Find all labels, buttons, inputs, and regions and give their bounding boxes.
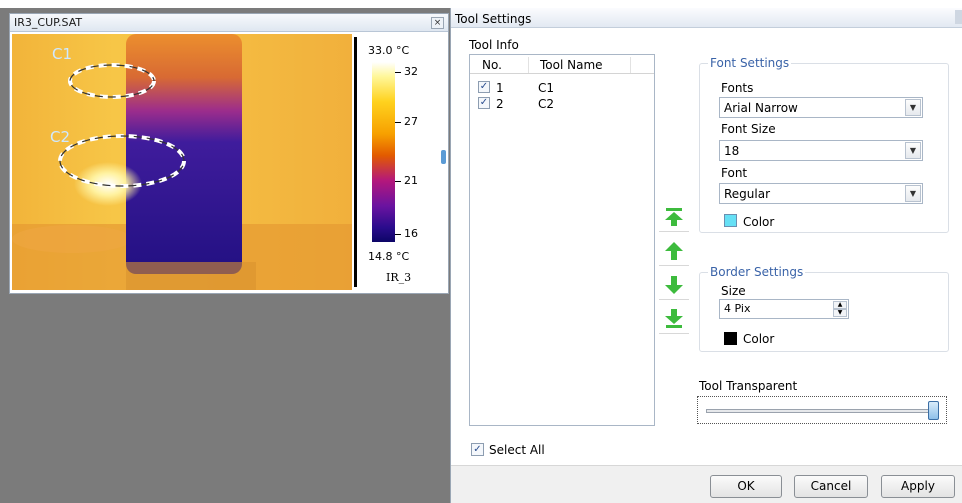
chevron-down-icon[interactable]: ▼: [905, 142, 921, 159]
scale-tick-label: 16: [404, 227, 418, 240]
colorbar: [372, 62, 395, 242]
font-style-select[interactable]: Regular ▼: [719, 183, 923, 204]
column-header-tool-name[interactable]: Tool Name: [540, 58, 603, 72]
tool-row-name: C1: [538, 81, 555, 95]
font-color-swatch[interactable]: [724, 214, 737, 227]
border-size-spinner[interactable]: 4 Pix ▲ ▼: [719, 299, 849, 319]
arrow-top-icon: [665, 208, 683, 226]
font-size-select[interactable]: 18 ▼: [719, 140, 923, 161]
tool-list-header: No. Tool Name: [470, 55, 654, 74]
tool-row-name: C2: [538, 97, 555, 111]
chevron-down-icon[interactable]: ▼: [905, 185, 921, 202]
arrow-down-icon: [665, 276, 683, 294]
tool-row[interactable]: ✓ 2 C2: [470, 96, 654, 112]
fonts-label: Fonts: [721, 81, 754, 95]
image-window-titlebar[interactable]: IR3_CUP.SAT ×: [10, 14, 448, 32]
move-up-button[interactable]: [663, 240, 685, 262]
column-header-no[interactable]: No.: [482, 58, 502, 72]
move-bottom-button[interactable]: [663, 308, 685, 330]
apply-button[interactable]: Apply: [881, 475, 955, 498]
select-all-label: Select All: [489, 443, 545, 457]
scale-tick: [395, 181, 401, 182]
arrow-separator: [659, 231, 689, 232]
spin-down-icon[interactable]: ▼: [833, 309, 847, 317]
tool-transparent-label: Tool Transparent: [699, 379, 798, 393]
image-window: IR3_CUP.SAT × C1 C2 33.0 °C 32 27 21 16 …: [9, 13, 449, 294]
tool-row[interactable]: ✓ 1 C1: [470, 80, 654, 96]
close-icon[interactable]: ×: [431, 17, 444, 29]
scale-tick: [395, 122, 401, 123]
tool-settings-dialog: Tool Settings Tool Info No. Tool Name ✓ …: [450, 8, 962, 503]
thermal-image[interactable]: C1 C2: [12, 34, 352, 290]
scale-tick: [395, 234, 401, 235]
font-color-label[interactable]: Color: [743, 215, 774, 229]
font-settings-title: Font Settings: [708, 56, 792, 70]
tool-row-no: 1: [496, 81, 504, 95]
slider-track[interactable]: [706, 409, 938, 413]
border-settings-title: Border Settings: [708, 265, 806, 279]
border-color-swatch[interactable]: [724, 332, 737, 345]
scale-max-label: 33.0 °C: [368, 44, 410, 57]
tool-info-label: Tool Info: [469, 38, 519, 52]
dialog-button-bar: OK Cancel Apply: [451, 465, 962, 503]
tool-row-checkbox[interactable]: ✓: [478, 81, 490, 93]
border-size-label: Size: [721, 284, 746, 298]
fonts-select[interactable]: Arial Narrow ▼: [719, 97, 923, 118]
scale-min-label: 14.8 °C: [368, 250, 410, 263]
image-window-title: IR3_CUP.SAT: [14, 16, 83, 29]
overlay-label-c2: C2: [50, 128, 70, 146]
dialog-corner-icon[interactable]: [955, 10, 962, 24]
tool-row-no: 2: [496, 97, 504, 111]
fonts-select-value: Arial Narrow: [724, 101, 798, 115]
scale-divider: [354, 37, 357, 287]
dialog-title: Tool Settings: [455, 12, 532, 26]
overlay-label-c1: C1: [52, 45, 72, 63]
arrow-up-icon: [665, 242, 683, 260]
scale-tick-label: 21: [404, 174, 418, 187]
arrow-separator: [659, 299, 689, 300]
chevron-down-icon[interactable]: ▼: [905, 99, 921, 116]
column-divider[interactable]: [630, 57, 631, 73]
move-down-button[interactable]: [663, 274, 685, 296]
select-all-checkbox[interactable]: ✓: [471, 443, 484, 456]
ok-button[interactable]: OK: [710, 475, 782, 498]
transparency-slider[interactable]: [697, 396, 947, 424]
arrow-separator: [659, 265, 689, 266]
border-size-value: 4 Pix: [724, 302, 751, 315]
thermal-image-canvas: C1 C2: [12, 34, 352, 290]
arrow-separator: [659, 333, 689, 334]
top-strip: [0, 0, 962, 8]
slider-thumb[interactable]: [928, 401, 939, 420]
tool-list[interactable]: No. Tool Name ✓ 1 C1 ✓ 2 C2: [469, 54, 655, 426]
spin-up-icon[interactable]: ▲: [833, 301, 847, 309]
font-style-select-value: Regular: [724, 187, 771, 201]
arrow-bottom-icon: [665, 309, 683, 328]
cancel-button[interactable]: Cancel: [794, 475, 868, 498]
tool-row-checkbox[interactable]: ✓: [478, 97, 490, 109]
border-color-label[interactable]: Color: [743, 332, 774, 346]
scale-tick-label: 27: [404, 115, 418, 128]
dialog-titlebar[interactable]: Tool Settings: [451, 8, 962, 28]
scale-tick-label: 32: [404, 65, 418, 78]
font-size-select-value: 18: [724, 144, 740, 158]
scale-tick: [395, 72, 401, 73]
panel-collapse-handle[interactable]: [441, 150, 446, 164]
temperature-scale: 33.0 °C 32 27 21 16 14.8 °C IR_3: [352, 34, 448, 290]
column-divider[interactable]: [528, 57, 529, 73]
font-size-label: Font Size: [721, 122, 776, 136]
font-style-label: Font: [721, 166, 748, 180]
palette-name: IR_3: [386, 271, 412, 284]
move-top-button[interactable]: [663, 206, 685, 228]
